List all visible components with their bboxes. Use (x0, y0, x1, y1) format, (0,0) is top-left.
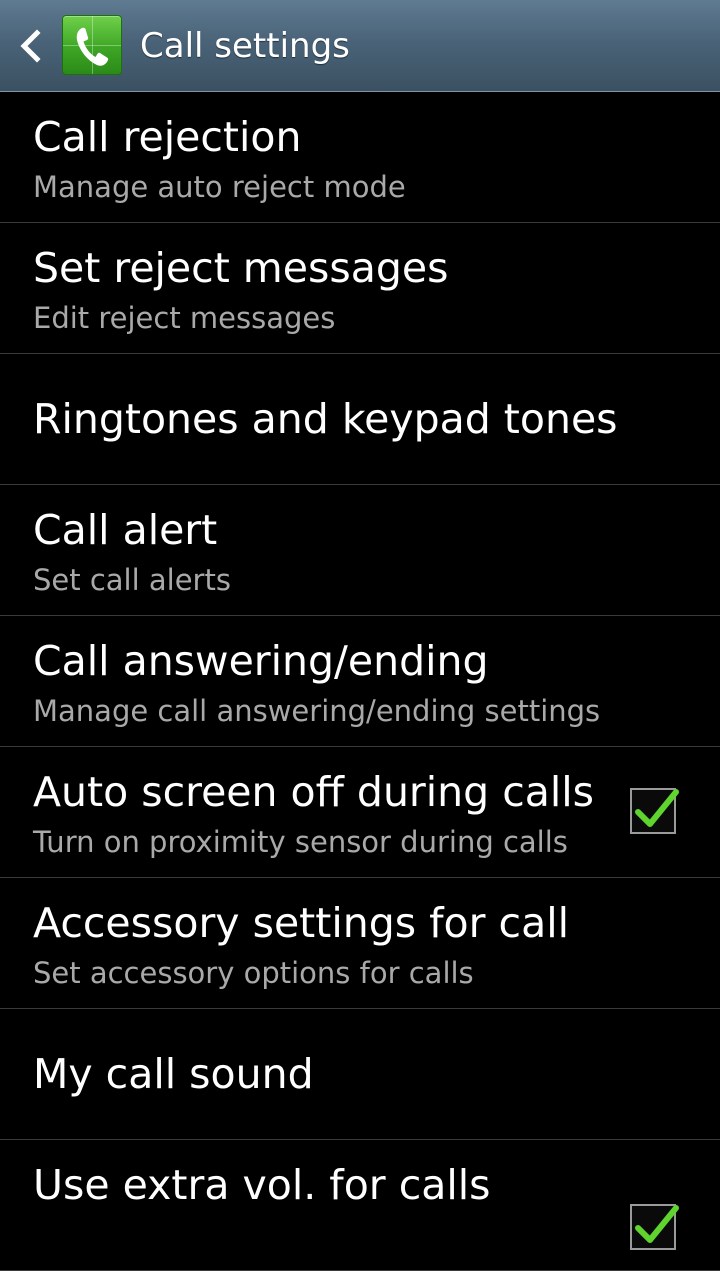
list-item-call-answering[interactable]: Call answering/ending Manage call answer… (0, 616, 720, 747)
phone-handset-icon[interactable] (62, 15, 122, 75)
list-item-my-call-sound[interactable]: My call sound (0, 1009, 720, 1140)
list-item-accessory-settings[interactable]: Accessory settings for call Set accessor… (0, 878, 720, 1009)
checkmark-icon (635, 1205, 679, 1243)
list-item-title: Use extra vol. for calls (33, 1161, 491, 1209)
action-bar: Call settings (0, 0, 720, 92)
list-item-subtitle: Turn on proximity sensor during calls (33, 825, 568, 859)
list-item-title: Call answering/ending (33, 637, 489, 685)
list-item-title: Call rejection (33, 113, 302, 161)
settings-list: Call rejection Manage auto reject mode S… (0, 92, 720, 1271)
list-item-ringtones[interactable]: Ringtones and keypad tones (0, 354, 720, 485)
auto-screen-off-checkbox[interactable] (630, 788, 679, 834)
list-item-title: Set reject messages (33, 244, 449, 292)
back-chevron-icon (20, 29, 41, 63)
list-item-subtitle: Manage call answering/ending settings (33, 694, 601, 728)
back-button[interactable] (10, 22, 50, 70)
list-item-subtitle: Set accessory options for calls (33, 956, 474, 990)
list-item-set-reject-messages[interactable]: Set reject messages Edit reject messages (0, 223, 720, 354)
list-item-title: Accessory settings for call (33, 899, 569, 947)
list-item-extra-volume[interactable]: Use extra vol. for calls (0, 1140, 720, 1271)
list-item-title: Call alert (33, 506, 218, 554)
list-item-subtitle: Edit reject messages (33, 301, 336, 335)
page-title: Call settings (140, 26, 350, 66)
list-item-call-alert[interactable]: Call alert Set call alerts (0, 485, 720, 616)
extra-volume-checkbox[interactable] (630, 1204, 679, 1250)
list-item-subtitle: Set call alerts (33, 563, 231, 597)
list-item-auto-screen-off[interactable]: Auto screen off during calls Turn on pro… (0, 747, 720, 878)
list-item-subtitle: Manage auto reject mode (33, 170, 406, 204)
list-item-title: My call sound (33, 1050, 314, 1098)
list-item-call-rejection[interactable]: Call rejection Manage auto reject mode (0, 92, 720, 223)
list-item-title: Auto screen off during calls (33, 768, 595, 816)
list-item-title: Ringtones and keypad tones (33, 395, 618, 443)
checkmark-icon (635, 789, 679, 827)
